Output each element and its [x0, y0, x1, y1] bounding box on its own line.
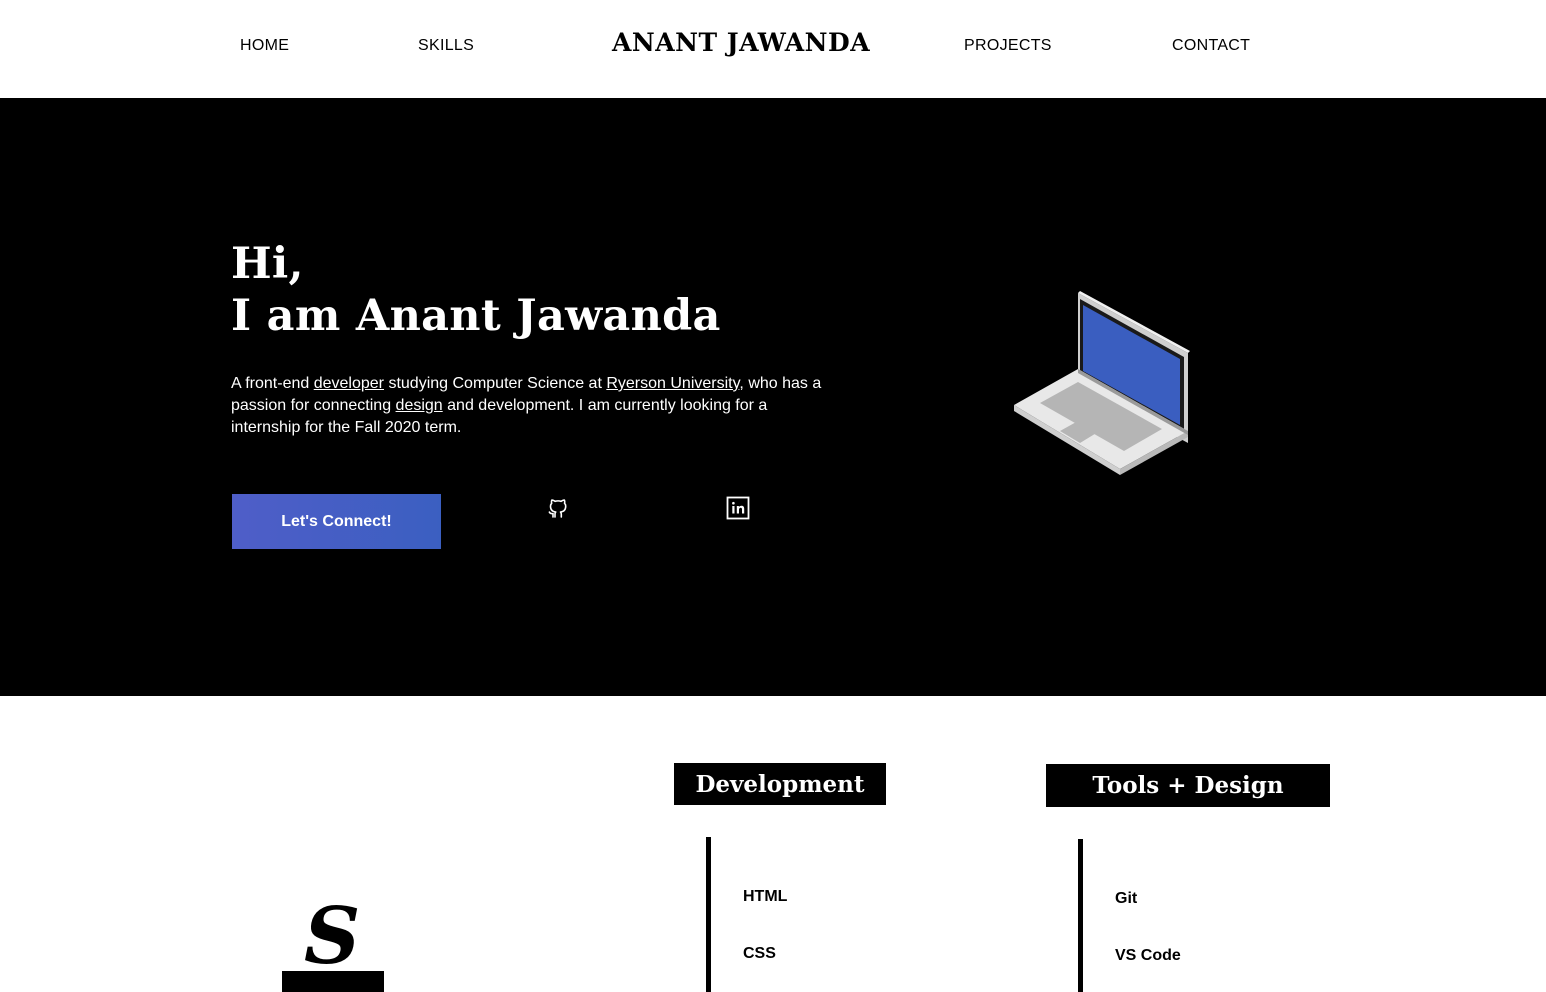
site-header: HOME SKILLS ANANT JAWANDA PROJECTS CONTA…: [0, 0, 1546, 98]
skill-item-vscode: VS Code: [1115, 947, 1181, 964]
svg-text:S: S: [304, 905, 360, 982]
github-icon[interactable]: [546, 496, 570, 520]
university-link[interactable]: Ryerson University: [606, 375, 739, 392]
laptop-icon: [1014, 291, 1190, 475]
tools-design-heading: Tools + Design: [1046, 764, 1330, 807]
skill-item-css: CSS: [743, 945, 776, 962]
linkedin-icon[interactable]: [726, 496, 750, 520]
nav-contact-link[interactable]: CONTACT: [1172, 37, 1250, 55]
lets-connect-button[interactable]: Let's Connect!: [232, 494, 441, 549]
nav-skills-link[interactable]: SKILLS: [418, 37, 474, 55]
nav-projects-link[interactable]: PROJECTS: [964, 37, 1052, 55]
design-link[interactable]: design: [396, 397, 443, 414]
development-divider: [706, 837, 711, 992]
hero-name: I am Anant Jawanda: [231, 291, 721, 341]
desc-text: A front-end: [231, 375, 314, 392]
development-heading: Development: [674, 763, 886, 805]
hero-description: A front-end developer studying Computer …: [231, 373, 841, 439]
hero-heading: Hi, I am Anant Jawanda: [231, 238, 721, 342]
nav-home-link[interactable]: HOME: [240, 37, 289, 55]
tools-divider: [1078, 839, 1083, 992]
hero-section: Hi, I am Anant Jawanda A front-end devel…: [0, 98, 1546, 696]
site-logo[interactable]: ANANT JAWANDA: [612, 28, 870, 57]
developer-link[interactable]: developer: [314, 375, 384, 392]
desc-text: studying Computer Science at: [384, 375, 607, 392]
skill-item-git: Git: [1115, 890, 1138, 907]
hero-greeting: Hi,: [231, 239, 304, 289]
skills-letter-graphic: S: [282, 905, 384, 992]
skill-item-html: HTML: [743, 888, 788, 905]
